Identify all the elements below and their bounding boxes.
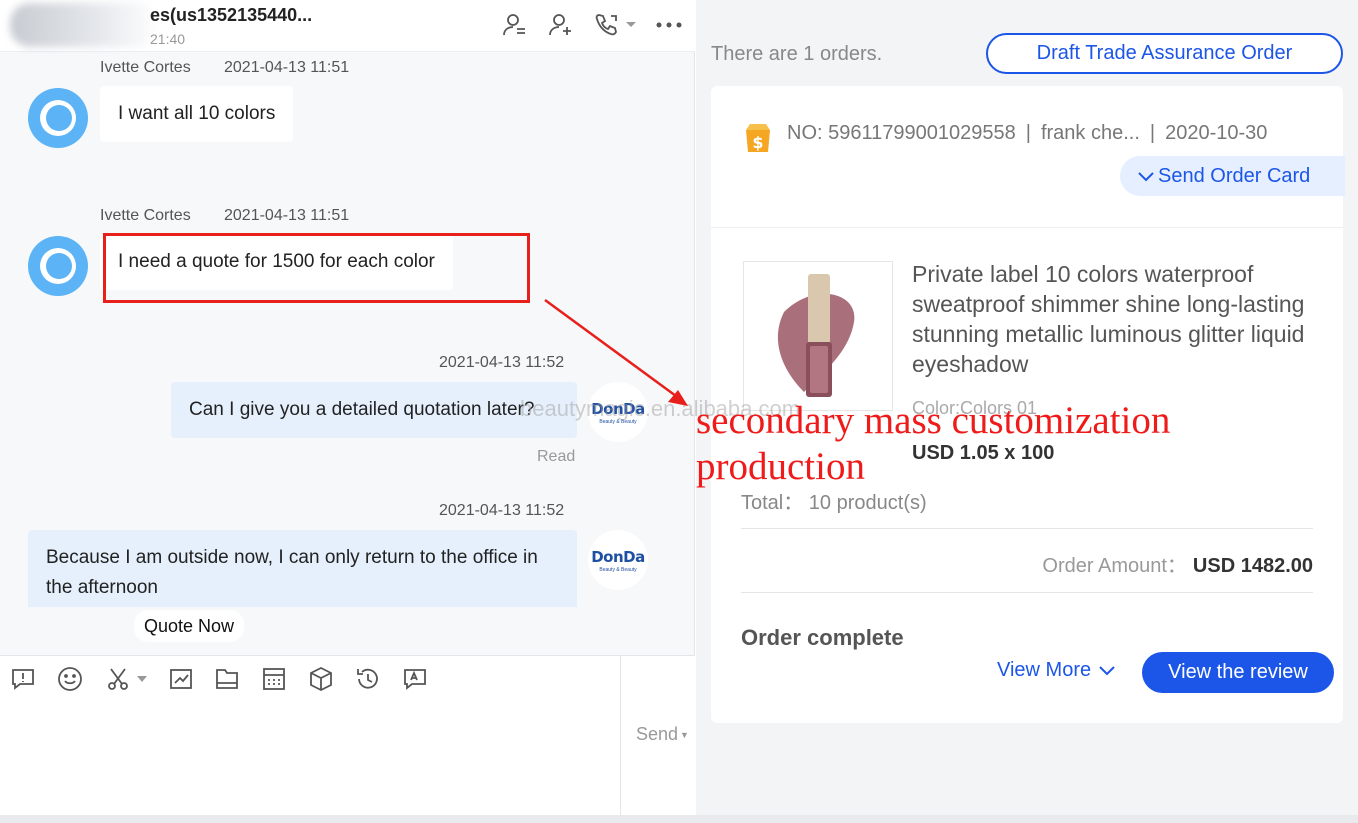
message-input[interactable] [0,699,695,823]
history-icon[interactable] [353,664,383,694]
send-order-card-button[interactable]: Send Order Card [1120,156,1345,196]
order-amount-label: Order Amount： [1042,555,1187,577]
sender-name: Ivette Cortes [100,59,191,76]
buyer-avatar[interactable] [28,236,88,296]
send-label: Send [636,724,679,744]
order-buyer: frank che... [1040,122,1140,144]
order-total: Total： 10 product(s) [741,492,927,514]
svg-text:$: $ [752,133,763,152]
view-more-link[interactable]: View More [997,659,1115,682]
divider [741,592,1313,593]
annotation-line: secondary mass customization [696,399,1171,442]
contact-local-time: 21:40 [150,31,186,47]
message-bubble[interactable]: I want all 10 colors [100,86,294,142]
quote-now-button[interactable]: Quote Now [134,610,245,642]
highlight-box [103,233,530,303]
trade-assurance-coin-icon: $ [740,120,776,156]
phone-call-icon[interactable] [592,10,622,40]
product-title[interactable]: Private label 10 colors waterproof sweat… [912,259,1322,379]
folder-icon[interactable] [212,664,242,694]
product-image[interactable] [743,261,893,411]
order-number: NO: 59611799001029558 [787,122,1016,144]
bottom-edge [0,815,1358,823]
more-icon[interactable] [654,10,684,40]
message-bubble[interactable]: Because I am outside now, I can only ret… [28,530,577,607]
send-button[interactable]: Send ▼ [636,724,689,745]
chart-icon[interactable] [166,664,196,694]
read-receipt: Read [537,448,576,465]
send-order-card-label: Send Order Card [1158,165,1311,187]
chevron-down-icon [1138,172,1154,182]
message-bubble[interactable]: Can I give you a detailed quotation late… [171,382,577,438]
order-status: Order complete [741,625,904,650]
blurred-contact-name [10,3,160,47]
order-amount-value: USD 1482.00 [1192,555,1313,577]
order-amount: Order Amount： USD 1482.00 [1042,549,1313,578]
message-time: 2021-04-13 11:52 [439,502,565,519]
emoji-icon[interactable] [55,664,85,694]
view-more-label: View More [997,659,1092,681]
add-contact-icon[interactable] [546,10,576,40]
annotation-line: production [696,445,865,488]
draft-trade-assurance-button[interactable]: Draft Trade Assurance Order [986,33,1343,74]
orders-count: There are 1 orders. [711,43,883,65]
message-time: 2021-04-13 11:51 [224,59,350,76]
card-divider [711,227,1343,228]
contact-profile-icon[interactable] [500,10,530,40]
chat-header: es(us1352135440... 21:40 [0,0,695,52]
sender-name: Ivette Cortes [100,207,191,224]
chevron-down-icon[interactable]: ▼ [680,730,689,740]
seller-logo-tagline: Beauty & Beauty [599,566,637,573]
message-time: 2021-04-13 11:52 [439,354,565,371]
chevron-down-icon [1098,666,1115,676]
send-divider [620,655,621,815]
annotation-text: secondary mass customization production [696,398,1170,490]
chevron-down-icon[interactable] [134,664,150,694]
composer-toolbar [0,655,695,699]
product-box-icon[interactable] [306,664,336,694]
translate-icon[interactable] [400,664,430,694]
seller-logo-text: DonDa [591,547,645,566]
divider [741,528,1313,529]
calculator-icon[interactable] [259,664,289,694]
buyer-avatar[interactable] [28,88,88,148]
order-meta: NO: 59611799001029558 | frank che... | 2020-… [787,122,1268,144]
order-date: 2020-10-30 [1165,122,1268,144]
message-time: 2021-04-13 11:51 [224,207,350,224]
view-review-button[interactable]: View the review [1142,652,1334,693]
seller-avatar[interactable]: DonDa Beauty & Beauty [588,530,648,590]
contact-name: es(us1352135440... [150,5,313,25]
screenshot-scissors-icon[interactable] [103,664,133,694]
message-list[interactable]: Ivette Cortes 2021-04-13 11:51 I want al… [0,52,695,607]
chevron-down-icon[interactable] [622,10,640,40]
quick-reply-icon[interactable] [8,664,38,694]
